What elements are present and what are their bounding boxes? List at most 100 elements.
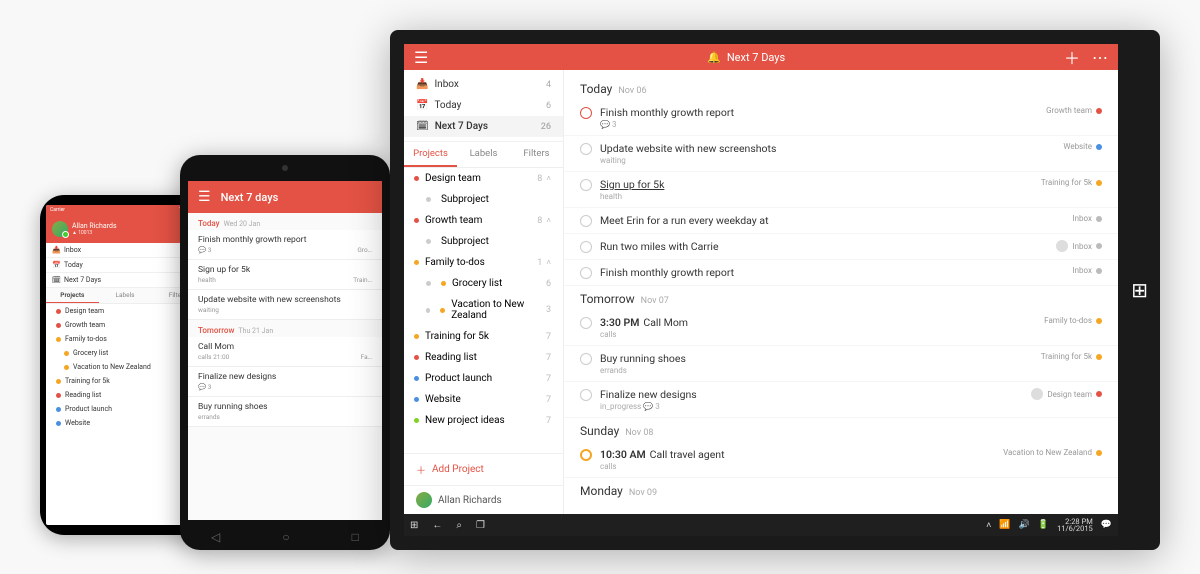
chevron-up-icon[interactable]: ˄ bbox=[546, 174, 551, 183]
task-row[interactable]: Finish monthly growth report Inbox bbox=[564, 260, 1118, 286]
surface-device: ⊞ ☰ 🔔 Next 7 Days ＋ ⋯ 📥Inbox4📅Today6🗓Nex… bbox=[390, 30, 1160, 550]
task-row[interactable]: Update website with new screenshotswaiti… bbox=[188, 290, 382, 320]
task-title: Sign up for 5k bbox=[600, 178, 1033, 191]
task-row[interactable]: Update website with new screenshots wait… bbox=[564, 136, 1118, 172]
sidebar-project[interactable]: Reading list7 bbox=[404, 347, 563, 368]
chevron-up-icon[interactable]: ˄ bbox=[546, 258, 551, 267]
tray-up-icon[interactable]: ˄ bbox=[986, 520, 991, 531]
project-color-dot bbox=[414, 218, 419, 223]
task-checkbox[interactable] bbox=[580, 107, 592, 119]
sidebar-tabs: Projects Labels Filters bbox=[404, 142, 563, 168]
sidebar-project[interactable]: Design team8˄ bbox=[404, 168, 563, 189]
task-subtext: calls bbox=[600, 330, 1036, 339]
tab-labels[interactable]: Labels bbox=[457, 142, 510, 167]
recent-icon[interactable]: □ bbox=[352, 530, 359, 544]
task-meta: Training for 5k bbox=[1041, 178, 1102, 187]
android-device: ☰ Next 7 days TodayWed 20 JanFinish mont… bbox=[180, 155, 390, 550]
sidebar-nav-today[interactable]: 📅Today6 bbox=[404, 95, 563, 116]
chevron-up-icon[interactable]: ˄ bbox=[546, 216, 551, 225]
sidebar-project[interactable]: Vacation to New Zealand3 bbox=[404, 294, 563, 326]
task-row[interactable]: Sign up for 5khealthTrain… bbox=[188, 260, 382, 290]
assignee-avatar bbox=[1031, 388, 1043, 400]
task-row[interactable]: Buy running shoes errands Training for 5… bbox=[564, 346, 1118, 382]
user-points: ▲ 10013 bbox=[72, 230, 117, 236]
add-project-button[interactable]: ＋ Add Project bbox=[404, 453, 563, 485]
tab-projects[interactable]: Projects bbox=[46, 288, 99, 303]
sidebar-nav-next7[interactable]: 🗓Next 7 Days26 bbox=[404, 116, 563, 137]
task-row[interactable]: Sign up for 5k health Training for 5k bbox=[564, 172, 1118, 208]
avatar[interactable] bbox=[52, 221, 68, 237]
task-row[interactable]: Meet Erin for a run every weekday at Inb… bbox=[564, 208, 1118, 234]
android-header: ☰ Next 7 days bbox=[188, 181, 382, 213]
search-icon[interactable]: ⌕ bbox=[456, 520, 462, 531]
android-screen: ☰ Next 7 days TodayWed 20 JanFinish mont… bbox=[188, 181, 382, 520]
sidebar-user[interactable]: Allan Richards bbox=[404, 485, 563, 514]
day-header: TomorrowThu 21 Jan bbox=[188, 320, 382, 337]
task-row[interactable]: Finalize new designs in_progress 💬 3 Des… bbox=[564, 382, 1118, 418]
action-center-icon[interactable]: 💬 bbox=[1101, 520, 1112, 530]
inbox-icon: 📥 bbox=[52, 246, 60, 254]
calendar-icon: 🗓 bbox=[52, 276, 60, 284]
bell-icon[interactable]: 🔔 bbox=[707, 51, 721, 64]
task-checkbox[interactable] bbox=[580, 267, 592, 279]
task-row[interactable]: Finish monthly growth report💬 3Gro… bbox=[188, 230, 382, 260]
project-color-dot bbox=[1096, 318, 1102, 324]
task-checkbox[interactable] bbox=[580, 215, 592, 227]
home-icon[interactable]: ○ bbox=[282, 530, 289, 544]
task-row[interactable]: Buy running shoeserrands bbox=[188, 397, 382, 427]
task-checkbox[interactable] bbox=[580, 317, 592, 329]
menu-icon[interactable]: ☰ bbox=[198, 189, 211, 205]
sidebar-nav-inbox[interactable]: 📥Inbox4 bbox=[404, 74, 563, 95]
sidebar-project[interactable]: Grocery list6 bbox=[404, 273, 563, 294]
start-icon[interactable]: ⊞ bbox=[410, 520, 418, 531]
sidebar-project[interactable]: Training for 5k7 bbox=[404, 326, 563, 347]
sidebar-project[interactable]: Family to-dos1˄ bbox=[404, 252, 563, 273]
username: Allan Richards bbox=[438, 495, 502, 506]
taskview-icon[interactable]: ❐ bbox=[476, 520, 485, 531]
project-color-dot bbox=[1096, 450, 1102, 456]
sidebar-project[interactable]: Subproject bbox=[404, 189, 563, 210]
task-row[interactable]: Finish monthly growth report 💬 3 Growth … bbox=[564, 100, 1118, 136]
wifi-icon[interactable]: 📶 bbox=[999, 520, 1010, 530]
project-color-dot bbox=[56, 323, 61, 328]
sidebar-project[interactable]: Growth team8˄ bbox=[404, 210, 563, 231]
sidebar-project[interactable]: Subproject bbox=[404, 231, 563, 252]
task-time: 10:30 AM bbox=[600, 448, 646, 461]
taskview-back-icon[interactable]: ← bbox=[432, 520, 442, 531]
task-title: 3:30 PMCall Mom bbox=[600, 316, 1036, 329]
project-color-dot bbox=[414, 418, 419, 423]
android-nav-buttons: ◁ ○ □ bbox=[180, 530, 390, 544]
task-checkbox[interactable] bbox=[580, 241, 592, 253]
volume-icon[interactable]: 🔊 bbox=[1019, 520, 1030, 530]
add-task-button[interactable]: ＋ bbox=[1064, 45, 1080, 69]
tab-filters[interactable]: Filters bbox=[510, 142, 563, 167]
task-meta: Inbox bbox=[1056, 240, 1102, 252]
sidebar-project[interactable]: Product launch7 bbox=[404, 368, 563, 389]
back-icon[interactable]: ◁ bbox=[211, 530, 220, 544]
task-row[interactable]: Run two miles with Carrie Inbox bbox=[564, 234, 1118, 260]
task-row[interactable]: Call Momcalls 21:00Fa… bbox=[188, 337, 382, 367]
task-checkbox[interactable] bbox=[580, 353, 592, 365]
task-content[interactable]: TodayNov 06 Finish monthly growth report… bbox=[564, 70, 1118, 514]
tab-projects[interactable]: Projects bbox=[404, 142, 457, 167]
task-checkbox[interactable] bbox=[580, 179, 592, 191]
taskbar-clock[interactable]: 2:28 PM 11/6/2015 bbox=[1057, 518, 1093, 533]
sidebar-project[interactable]: New project ideas7 bbox=[404, 410, 563, 431]
project-color-dot bbox=[1096, 180, 1102, 186]
hamburger-icon[interactable]: ☰ bbox=[414, 48, 428, 67]
task-meta: Inbox bbox=[1072, 214, 1102, 223]
task-subtext: calls bbox=[600, 462, 995, 471]
task-title: Run two miles with Carrie bbox=[600, 240, 1048, 253]
project-color-dot bbox=[64, 365, 69, 370]
battery-icon[interactable]: 🔋 bbox=[1038, 520, 1049, 530]
more-icon[interactable]: ⋯ bbox=[1092, 48, 1108, 67]
task-checkbox[interactable] bbox=[580, 389, 592, 401]
task-row[interactable]: Finalize new designs💬 3 bbox=[188, 367, 382, 397]
task-meta: Website bbox=[1063, 142, 1102, 151]
task-row[interactable]: 3:30 PMCall Mom calls Family to-dos bbox=[564, 310, 1118, 346]
tab-labels[interactable]: Labels bbox=[99, 288, 152, 303]
sidebar-project[interactable]: Website7 bbox=[404, 389, 563, 410]
task-checkbox[interactable] bbox=[580, 143, 592, 155]
task-checkbox[interactable] bbox=[580, 449, 592, 461]
task-row[interactable]: 10:30 AMCall travel agent calls Vacation… bbox=[564, 442, 1118, 478]
